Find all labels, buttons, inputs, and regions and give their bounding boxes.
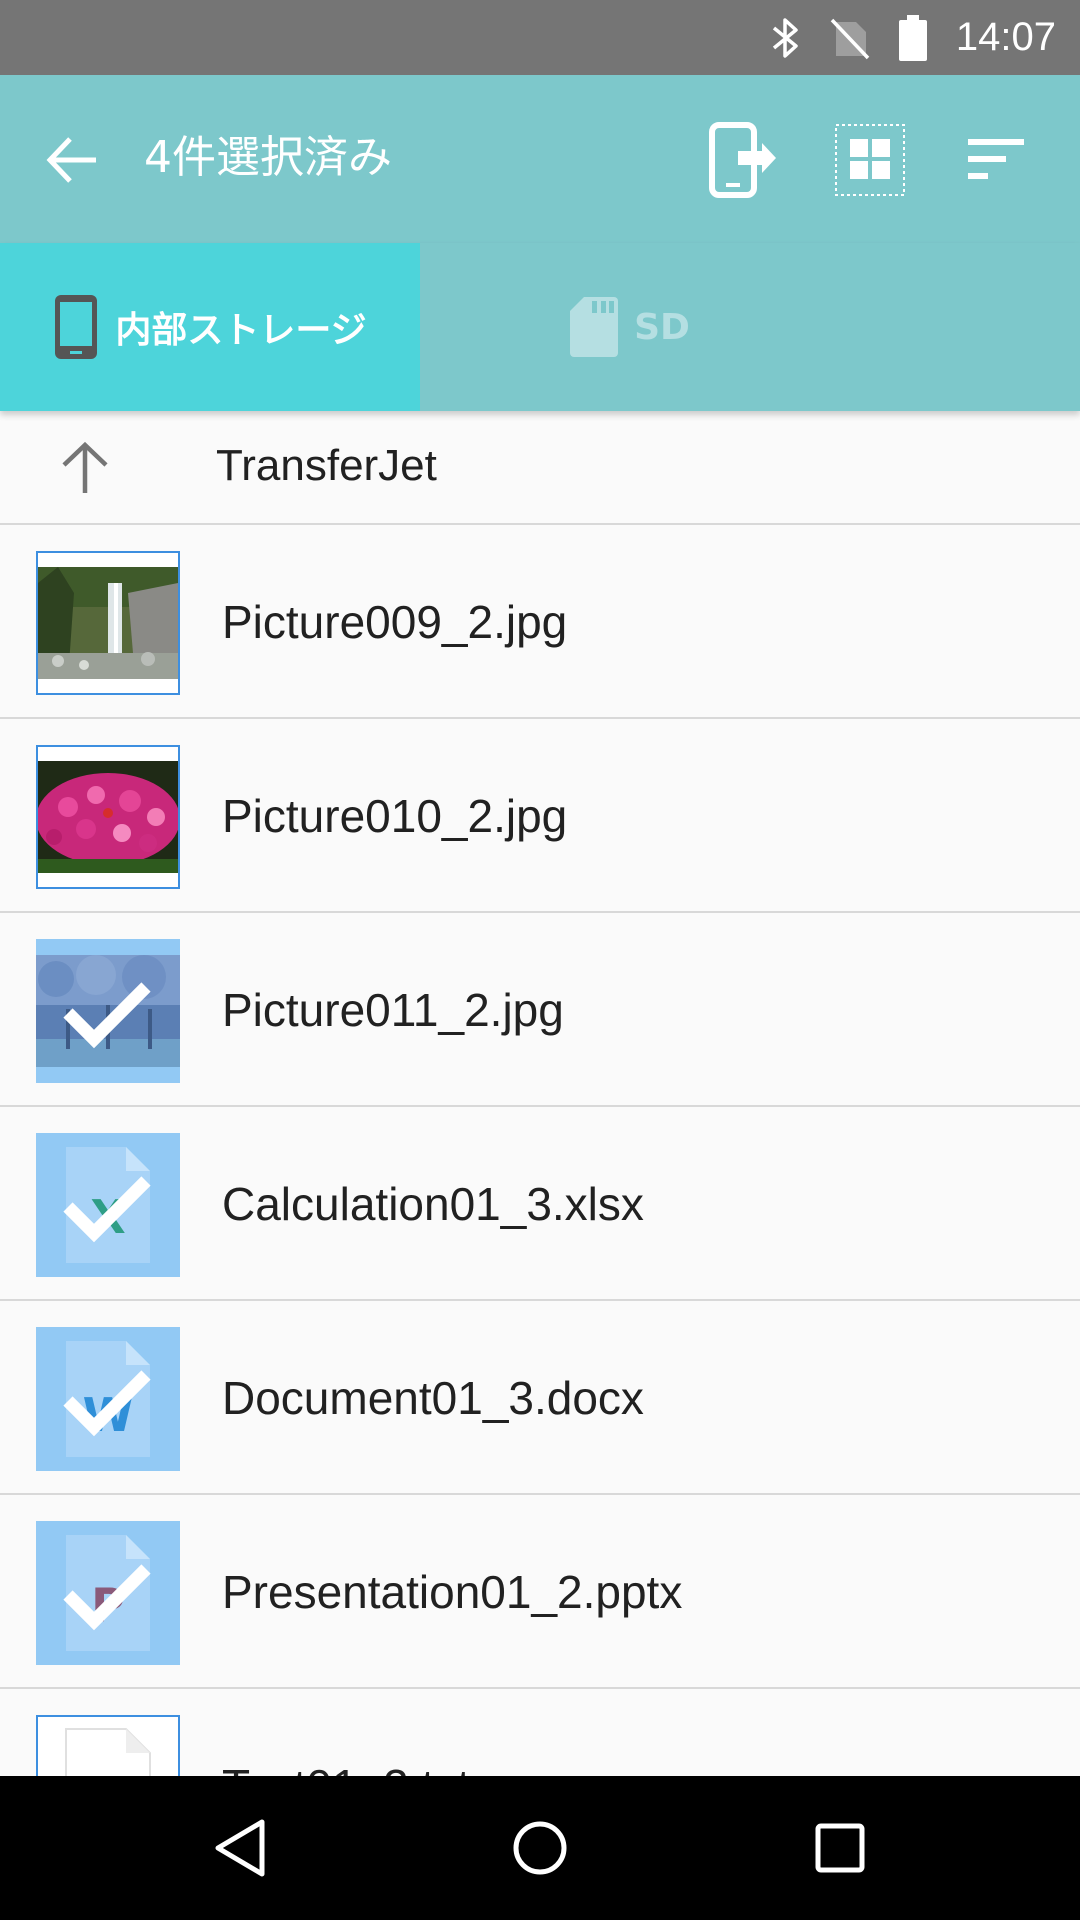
image-thumbnail <box>36 745 180 889</box>
xlsx-file-thumbnail: X <box>36 1133 180 1277</box>
image-thumbnail-selected <box>36 939 180 1083</box>
arrow-left-icon <box>46 137 96 183</box>
system-nav-bar <box>0 1776 1080 1920</box>
phone-icon <box>55 295 98 359</box>
pptx-file-thumbnail: P <box>36 1521 180 1665</box>
storage-tabs: 内部ストレージ SD <box>0 243 1080 411</box>
check-icon <box>63 1176 151 1243</box>
selection-count-title: 4件選択済み <box>144 132 392 183</box>
status-bar: 14:07 <box>0 0 1080 75</box>
check-icon <box>63 1370 151 1437</box>
sort-icon <box>968 139 1024 179</box>
selection-toolbar: 4件選択済み <box>0 75 1080 243</box>
nav-recents-button[interactable] <box>804 1812 876 1884</box>
file-name: Picture011_2.jpg <box>222 984 564 1036</box>
transfer-button[interactable] <box>704 115 784 205</box>
battery-icon <box>898 14 928 61</box>
recents-square-icon <box>815 1823 865 1873</box>
current-folder-name: TransferJet <box>216 441 437 490</box>
image-thumbnail <box>36 551 180 695</box>
arrow-up-icon <box>62 441 108 493</box>
file-name: Picture009_2.jpg <box>222 596 568 648</box>
bluetooth-icon <box>770 16 802 60</box>
file-row[interactable]: X Calculation01_3.xlsx <box>0 1107 1080 1301</box>
home-circle-icon <box>513 1821 567 1875</box>
sort-button[interactable] <box>956 115 1036 205</box>
file-row[interactable]: Picture010_2.jpg <box>0 719 1080 913</box>
file-list: Picture009_2.jpg Picture010_2.jpg Pictur… <box>0 525 1080 1883</box>
transfer-icon <box>709 122 776 198</box>
clock: 14:07 <box>955 15 1056 59</box>
check-icon <box>63 1564 151 1631</box>
file-row[interactable]: Picture011_2.jpg <box>0 913 1080 1107</box>
tab-label-sd: SD <box>634 306 690 348</box>
back-button[interactable] <box>42 129 104 191</box>
tab-label-internal: 内部ストレージ <box>115 310 367 351</box>
file-name: Document01_3.docx <box>222 1372 644 1424</box>
nav-home-button[interactable] <box>504 1812 576 1884</box>
file-name: Calculation01_3.xlsx <box>222 1178 644 1230</box>
no-sim-icon <box>830 16 870 60</box>
file-row[interactable]: P Presentation01_2.pptx <box>0 1495 1080 1689</box>
tab-sd-card[interactable]: SD <box>420 243 840 411</box>
file-row[interactable]: Picture009_2.jpg <box>0 525 1080 719</box>
back-triangle-icon <box>215 1819 265 1877</box>
parent-folder-row[interactable]: TransferJet <box>0 411 1080 525</box>
sd-card-icon <box>570 297 619 357</box>
file-name: Presentation01_2.pptx <box>222 1566 683 1618</box>
docx-file-thumbnail: W <box>36 1327 180 1471</box>
tab-internal-storage[interactable]: 内部ストレージ <box>0 243 420 411</box>
select-all-icon <box>835 124 905 196</box>
file-name: Picture010_2.jpg <box>222 790 568 842</box>
check-icon <box>63 982 151 1049</box>
file-row[interactable]: W Document01_3.docx <box>0 1301 1080 1495</box>
select-all-button[interactable] <box>830 115 910 205</box>
nav-back-button[interactable] <box>206 1812 278 1884</box>
